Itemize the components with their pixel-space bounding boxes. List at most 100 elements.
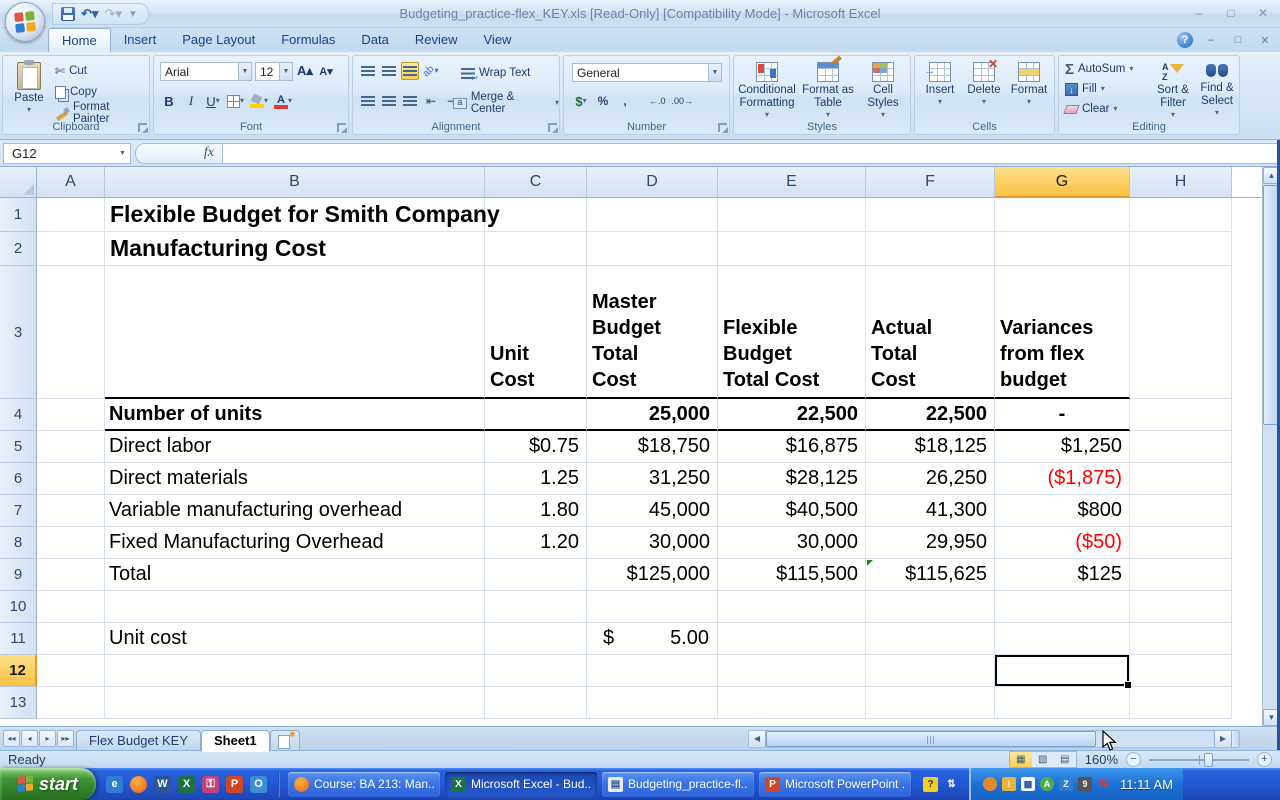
row-header-2[interactable]: 2 [0,232,37,266]
restore-button[interactable]: □ [1220,5,1242,21]
cell-B13[interactable] [105,687,485,719]
cell-A12[interactable] [37,655,105,687]
merge-center-button[interactable]: Merge & Center ▾ [453,91,559,115]
orientation-button[interactable]: ab ▾ [421,62,440,80]
cell-F12[interactable] [866,655,995,687]
font-size-combo[interactable]: 12 ▼ [255,62,293,81]
bold-button[interactable]: B [160,92,178,110]
workbook-minimize-button[interactable]: – [1202,34,1220,46]
cell-C2[interactable] [485,232,587,266]
help-notification-icon[interactable]: ? [923,776,938,792]
percent-style-button[interactable]: % [594,92,612,110]
paste-button[interactable]: Paste ▾ [7,58,51,114]
tray-app-icon[interactable]: ▩ [1021,777,1035,791]
cell-B7[interactable]: Variable manufacturing overhead [105,495,485,527]
bottom-align-button[interactable] [401,62,419,80]
cell-G10[interactable] [995,591,1130,623]
cell-A2[interactable] [37,232,105,266]
cell-D11[interactable]: $5.00 [587,623,718,655]
cell-A9[interactable] [37,559,105,591]
fill-color-button[interactable]: ▾ [249,92,269,110]
chevron-down-icon[interactable]: ▼ [115,150,130,157]
tab-split-handle[interactable] [1231,731,1239,747]
cell-C11[interactable] [485,623,587,655]
cell-B8[interactable]: Fixed Manufacturing Overhead [105,527,485,559]
cell-A6[interactable] [37,463,105,495]
updown-arrows-icon[interactable]: ⇅ [944,777,959,792]
cell-C3[interactable]: Unit Cost [485,266,587,399]
font-dialog-launcher[interactable] [337,123,347,133]
comma-style-button[interactable]: , [616,92,634,110]
tab-page-layout[interactable]: Page Layout [169,28,268,52]
undo-icon[interactable]: ↶▾ [81,5,98,23]
cell-G3[interactable]: Variances from flex budget [995,266,1130,399]
find-select-button[interactable]: Find & Select ▾ [1195,58,1239,117]
row-header-5[interactable]: 5 [0,431,37,463]
middle-align-button[interactable] [380,62,398,80]
sheet-tab-flex-budget-key[interactable]: Flex Budget KEY [76,730,201,751]
sort-filter-button[interactable]: AZ Sort & Filter ▾ [1151,58,1195,119]
decrease-indent-button[interactable]: ⇤ [422,92,440,110]
column-header-H[interactable]: H [1130,167,1232,198]
powerpoint-icon[interactable]: P [226,775,243,793]
cell-H8[interactable] [1130,527,1232,559]
column-header-F[interactable]: F [866,167,995,198]
alignment-dialog-launcher[interactable] [548,123,558,133]
cell-H5[interactable] [1130,431,1232,463]
cell-G7[interactable]: $800 [995,495,1130,527]
cell-E7[interactable]: $40,500 [718,495,866,527]
cell-B11[interactable]: Unit cost [105,623,485,655]
cell-E11[interactable] [718,623,866,655]
horizontal-scroll-thumb[interactable] [766,731,1096,747]
cell-styles-button[interactable]: Cell Styles ▾ [858,58,908,119]
zoom-in-button[interactable]: + [1257,752,1272,767]
cell-D2[interactable] [587,232,718,266]
align-center-button[interactable] [380,92,398,110]
sheet-tab-sheet1[interactable]: Sheet1 [201,730,270,752]
cell-B9[interactable]: Total [105,559,485,591]
formula-input[interactable] [223,142,1278,164]
column-header-E[interactable]: E [718,167,866,198]
cell-C9[interactable] [485,559,587,591]
cell-H10[interactable] [1130,591,1232,623]
accounting-format-button[interactable]: $ ▾ [572,92,590,110]
firefox-icon[interactable] [130,775,147,793]
help-icon[interactable]: ? [1177,32,1193,48]
cell-E9[interactable]: $115,500 [718,559,866,591]
cell-A4[interactable] [37,399,105,431]
cell-C12[interactable] [485,655,587,687]
first-sheet-icon[interactable]: ◂◂ [3,730,20,747]
font-color-button[interactable]: A ▾ [273,92,293,110]
start-button[interactable]: start [0,768,96,800]
tab-home[interactable]: Home [48,28,111,52]
cell-E6[interactable]: $28,125 [718,463,866,495]
cell-E2[interactable] [718,232,866,266]
cell-F6[interactable]: 26,250 [866,463,995,495]
row-header-6[interactable]: 6 [0,463,37,495]
cell-F9[interactable]: $115,625 [866,559,995,591]
column-header-C[interactable]: C [485,167,587,198]
cell-F5[interactable]: $18,125 [866,431,995,463]
cell-D9[interactable]: $125,000 [587,559,718,591]
tab-view[interactable]: View [471,28,525,52]
cell-D8[interactable]: 30,000 [587,527,718,559]
tray-gray-icon[interactable]: 9 [1078,777,1092,791]
cell-H1[interactable] [1130,198,1232,232]
cell-D5[interactable]: $18,750 [587,431,718,463]
format-painter-button[interactable]: Format Painter [55,101,149,125]
outlook-icon[interactable]: O [250,775,267,793]
column-header-B[interactable]: B [105,167,485,198]
word-icon[interactable]: W [154,775,171,793]
tray-shield-icon[interactable]: ! [1002,777,1016,791]
cell-G5[interactable]: $1,250 [995,431,1130,463]
cell-H13[interactable] [1130,687,1232,719]
horizontal-scrollbar[interactable]: ◀ ▶ [748,730,1240,748]
cell-B4[interactable]: Number of units [105,399,485,431]
column-header-G[interactable]: G [995,167,1130,198]
cell-C4[interactable] [485,399,587,431]
row-header-13[interactable]: 13 [0,687,37,719]
save-icon[interactable] [61,7,75,21]
task-button-budgeting-doc[interactable]: ▤ Budgeting_practice-fl... [602,771,754,797]
cell-H7[interactable] [1130,495,1232,527]
format-cells-button[interactable]: Format ▾ [1007,58,1051,106]
